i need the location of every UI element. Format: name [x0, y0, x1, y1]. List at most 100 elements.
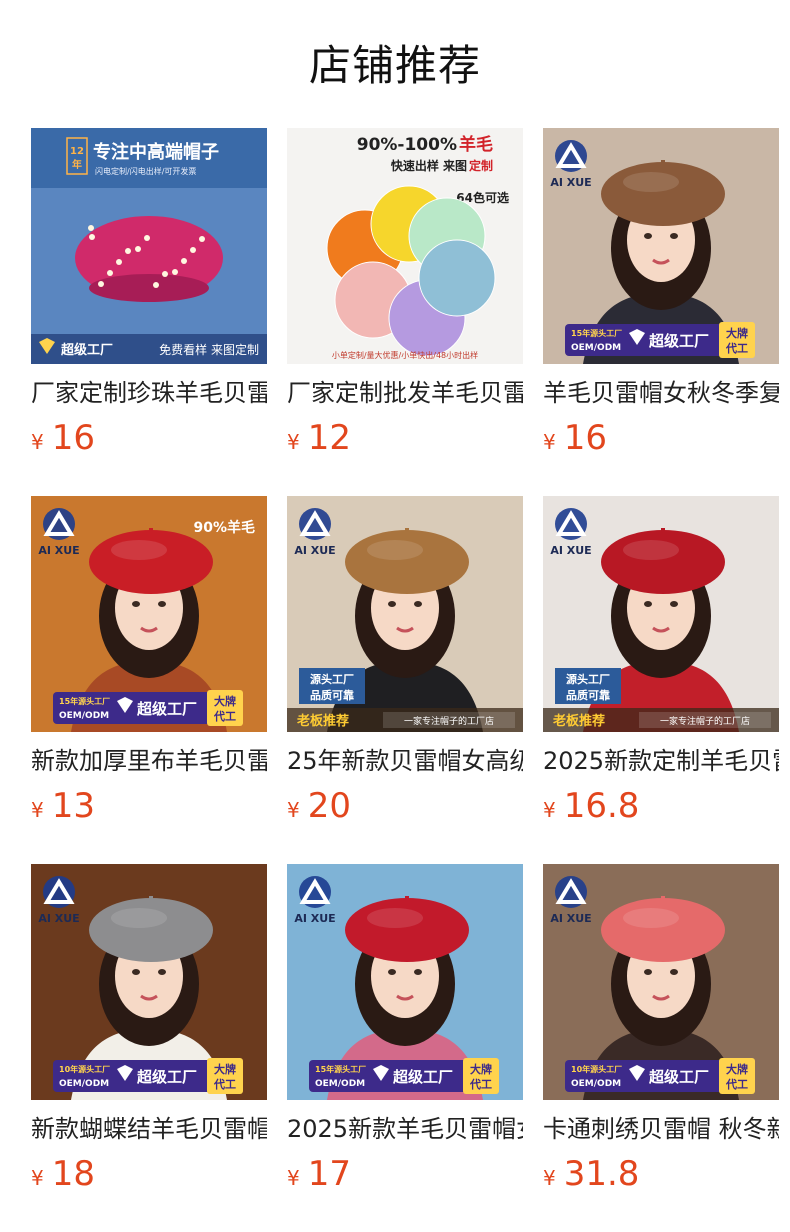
price-value: 18 [51, 1154, 95, 1194]
banner-footer-right: 免费看样 来图定制 [159, 342, 259, 357]
product-title[interactable]: 厂家定制珍珠羊毛贝雷帽 [31, 376, 267, 410]
price-value: 17 [307, 1154, 351, 1194]
pearl-decoration [190, 247, 196, 253]
boss-recommend: 老板推荐 [552, 713, 605, 729]
product-card[interactable]: AI XUE 15年源头工厂 OEM/ODM 超级工厂 大牌 代工 2025新款羊毛贝雷帽… [287, 864, 523, 1204]
shop-slogan: 一家专注帽子的工厂店 [660, 715, 750, 727]
badge-brand-oem-2: 代工 [725, 341, 748, 355]
currency-symbol: ¥ [287, 430, 300, 454]
product-title[interactable]: 新款蝴蝶结羊毛贝雷帽女 [31, 1112, 267, 1146]
tag-line-1: 源头工厂 [310, 672, 354, 686]
pearl-decoration [144, 235, 150, 241]
product-price: ¥31.8 [543, 1152, 639, 1196]
pearl-decoration [172, 269, 178, 275]
factory-badge: 15年源头工厂 OEM/ODM 超级工厂 大牌代工 [53, 690, 243, 726]
product-title[interactable]: 2025新款羊毛贝雷帽女 [287, 1112, 523, 1146]
currency-symbol: ¥ [287, 1166, 300, 1190]
product-title[interactable]: 25年新款贝雷帽女高级感 [287, 744, 523, 778]
pearl-decoration [107, 270, 113, 276]
pearl-decoration [135, 246, 141, 252]
product-card[interactable]: AI XUE 源头工厂 品质可靠老板推荐 一家专注帽子的工厂店 2025新款定制羊毛贝… [543, 496, 779, 836]
currency-symbol: ¥ [543, 1166, 556, 1190]
price-value: 12 [307, 418, 351, 458]
source-factory-tag: 源头工厂品质可靠 [555, 668, 621, 704]
product-card[interactable]: AI XUE 10年源头工厂 OEM/ODM 超级工厂 大牌代工 新款蝴蝶结羊毛贝雷帽女… [31, 864, 267, 1204]
product-image[interactable]: AI XUE 90%羊毛 15年源头工厂 OEM/ODM 超级工厂 大牌 代工 [31, 496, 267, 732]
badge-brand-oem-1: 大牌 [726, 1062, 748, 1076]
brand-name: AI XUE [550, 176, 591, 189]
beret-swatch [418, 239, 496, 317]
brand-name: AI XUE [294, 544, 335, 557]
product-thumbnail: AI XUE 15年源头工厂 OEM/ODM 超级工厂 大牌代工 [543, 128, 779, 364]
pearl-decoration [153, 282, 159, 288]
product-image[interactable]: AI XUE 10年源头工厂 OEM/ODM 超级工厂 大牌 代工 [31, 864, 267, 1100]
factory-badge: 15年源头工厂 OEM/ODM 超级工厂 大牌代工 [309, 1058, 499, 1094]
badge-brand-oem-1: 大牌 [214, 694, 236, 708]
beret-hat [345, 898, 469, 962]
product-card[interactable]: AI XUE 源头工厂 品质可靠 老板推荐 一家专注帽子的工厂店 25年新款贝雷帽女高级… [287, 496, 523, 836]
product-price: ¥16 [543, 416, 607, 460]
badge-years: 15年源头工厂 [571, 328, 622, 338]
product-title[interactable]: 厂家定制批发羊毛贝雷帽 [287, 376, 523, 410]
product-card[interactable]: 12 年专注中高端帽子 闪电定制/闪电出样/可开发票 超级工厂 免费看样 来图定制 厂家… [31, 128, 267, 468]
product-card[interactable]: AI XUE 15年源头工厂 OEM/ODM 超级工厂 大牌代工 羊毛贝雷帽女秋冬季复古… [543, 128, 779, 468]
product-price: ¥18 [31, 1152, 95, 1196]
source-factory-tag: 源头工厂品质可靠 [299, 668, 365, 704]
tag-line-1: 源头工厂 [566, 672, 610, 686]
price-value: 16.8 [563, 786, 640, 826]
brand-name: AI XUE [294, 912, 335, 925]
product-price: ¥16.8 [543, 784, 639, 828]
brand-name: AI XUE [38, 544, 79, 557]
pearl-decoration [98, 281, 104, 287]
badge-super-factory: 超级工厂 [136, 700, 197, 718]
product-thumbnail: AI XUE 10年源头工厂 OEM/ODM 超级工厂 大牌代工 [31, 864, 267, 1100]
shop-slogan: 一家专注帽子的工厂店 [404, 715, 494, 727]
pearl-decoration [89, 234, 95, 240]
product-price: ¥17 [287, 1152, 351, 1196]
product-title[interactable]: 羊毛贝雷帽女秋冬季复古 [543, 376, 779, 410]
pearl-decoration [125, 248, 131, 254]
badge-brand-oem-2: 代工 [469, 1077, 492, 1091]
swatch-headline-wool: 羊毛 [459, 134, 493, 155]
product-image[interactable]: 90%-100% 羊毛 快速出样 来图 定制 64色可选 小单定制/量大优惠/小单快出/4… [287, 128, 523, 364]
badge-oem: OEM/ODM [571, 1079, 621, 1089]
currency-symbol: ¥ [31, 798, 44, 822]
product-price: ¥20 [287, 784, 351, 828]
factory-badge: 10年源头工厂 OEM/ODM 超级工厂 大牌代工 [565, 1058, 755, 1094]
badge-years: 15年源头工厂 [59, 696, 110, 706]
product-image[interactable]: AI XUE 源头工厂 品质可靠老板推荐 一家专注帽子的工厂店 [543, 496, 779, 732]
badge-oem: OEM/ODM [59, 711, 109, 721]
banner-subtitle: 闪电定制/闪电出样/可开发票 [95, 166, 196, 176]
product-thumbnail: AI XUE 源头工厂品质可靠老板推荐 一家专注帽子的工厂店 [543, 496, 779, 732]
product-title[interactable]: 新款加厚里布羊毛贝雷帽 [31, 744, 267, 778]
beret-hat [601, 898, 725, 962]
brand-name: AI XUE [550, 544, 591, 557]
banner-headline: 专注中高端帽子 [93, 141, 219, 163]
product-title[interactable]: 2025新款定制羊毛贝雷帽 [543, 744, 779, 778]
product-thumbnail: AI XUE 90%羊毛 15年源头工厂 OEM/ODM 超级工厂 大牌代工 [31, 496, 267, 732]
product-image[interactable]: AI XUE 15年源头工厂 OEM/ODM 超级工厂 大牌 代工 [287, 864, 523, 1100]
product-image[interactable]: 12 年专注中高端帽子 闪电定制/闪电出样/可开发票 超级工厂 免费看样 来图定制 [31, 128, 267, 364]
badge-brand-oem-2: 代工 [213, 1077, 236, 1091]
product-image[interactable]: AI XUE 源头工厂 品质可靠 老板推荐 一家专注帽子的工厂店 [287, 496, 523, 732]
product-card[interactable]: 90%-100% 羊毛 快速出样 来图 定制 64色可选 小单定制/量大优惠/小单快出/4… [287, 128, 523, 468]
swatch-headline: 90%-100% [357, 135, 457, 155]
product-image[interactable]: AI XUE 10年源头工厂 OEM/ODM 超级工厂 大牌 代工 [543, 864, 779, 1100]
tag-line-2: 品质可靠 [310, 688, 354, 702]
badge-oem: OEM/ODM [59, 1079, 109, 1089]
product-image[interactable]: AI XUE 15年源头工厂 OEM/ODM 超级工厂 大牌 代工 [543, 128, 779, 364]
product-thumbnail: AI XUE 15年源头工厂 OEM/ODM 超级工厂 大牌代工 [287, 864, 523, 1100]
product-card[interactable]: AI XUE 10年源头工厂 OEM/ODM 超级工厂 大牌 代工 卡通刺绣贝雷帽 秋冬新… [543, 864, 779, 1204]
badge-super-factory: 超级工厂 [648, 1068, 709, 1086]
badge-brand-oem-1: 大牌 [726, 326, 748, 340]
badge-brand-oem-1: 大牌 [214, 1062, 236, 1076]
factory-badge: 15年源头工厂 OEM/ODM 超级工厂 大牌代工 [565, 322, 755, 358]
currency-symbol: ¥ [543, 430, 556, 454]
price-value: 20 [307, 786, 351, 826]
product-card[interactable]: AI XUE 90%羊毛 15年源头工厂 OEM/ODM 超级工厂 大牌 代工 新款加厚里布… [31, 496, 267, 836]
currency-symbol: ¥ [31, 1166, 44, 1190]
factory-badge: 10年源头工厂 OEM/ODM 超级工厂 大牌代工 [53, 1058, 243, 1094]
product-thumbnail: 90%-100% 羊毛快速出样 来图 定制64色可选小单定制/量大优惠/小单快出/4… [287, 128, 523, 364]
product-title[interactable]: 卡通刺绣贝雷帽 秋冬新款 [543, 1112, 779, 1146]
badge-super-factory: 超级工厂 [136, 1068, 197, 1086]
